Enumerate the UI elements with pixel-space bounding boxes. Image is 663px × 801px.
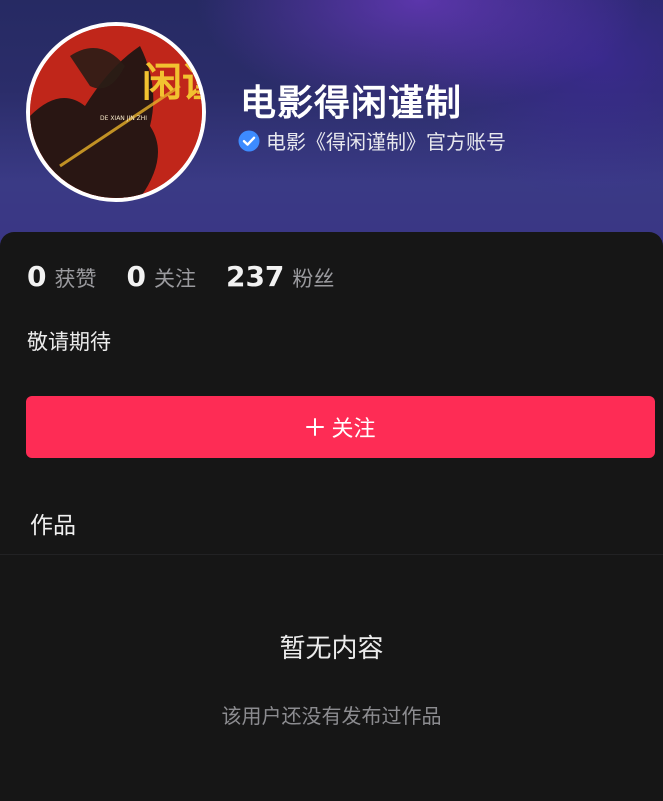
stat-likes-count: 0	[27, 260, 47, 293]
stat-likes[interactable]: 0 获赞	[27, 260, 96, 293]
empty-state-title: 暂无内容	[279, 634, 384, 664]
avatar-poster-image: 闲谨 DE XIAN JIN ZHI	[30, 26, 202, 198]
plus-icon	[306, 418, 325, 436]
profile-name: 电影得闲谨制	[240, 83, 463, 124]
avatar-poster-subtitle: DE XIAN JIN ZHI	[100, 115, 147, 122]
stat-likes-label: 获赞	[54, 267, 97, 291]
stat-following[interactable]: 0 关注	[126, 260, 195, 293]
stat-following-label: 关注	[153, 267, 196, 291]
profile-card: 0 获赞 0 关注 237 粉丝 敬请期待 关注 作品 暂无内容 该用户还没有发…	[0, 232, 663, 801]
profile-page: 闲谨 DE XIAN JIN ZHI 电影得闲谨制 电影《得闲谨制》官方账号 0…	[0, 0, 663, 801]
profile-header-banner: 闲谨 DE XIAN JIN ZHI 电影得闲谨制 电影《得闲谨制》官方账号	[0, 0, 663, 260]
stat-following-count: 0	[126, 260, 146, 293]
profile-bio: 敬请期待	[27, 330, 111, 354]
follow-button-label: 关注	[331, 417, 376, 442]
avatar[interactable]: 闲谨 DE XIAN JIN ZHI	[26, 22, 206, 202]
verified-badge: 电影《得闲谨制》官方账号	[238, 126, 506, 155]
verified-text: 电影《得闲谨制》官方账号	[266, 130, 506, 154]
stat-followers-label: 粉丝	[292, 267, 335, 291]
tab-works[interactable]: 作品	[30, 506, 76, 540]
profile-stats: 0 获赞 0 关注 237 粉丝	[27, 260, 364, 293]
stat-followers-count: 237	[225, 260, 285, 293]
tab-divider	[0, 554, 663, 555]
follow-button[interactable]: 关注	[26, 396, 655, 458]
stat-followers[interactable]: 237 粉丝	[226, 260, 334, 293]
avatar-poster-title-1: 闲谨	[142, 59, 202, 106]
empty-state-subtitle: 该用户还没有发布过作品	[221, 704, 442, 728]
verified-check-icon	[238, 130, 260, 151]
